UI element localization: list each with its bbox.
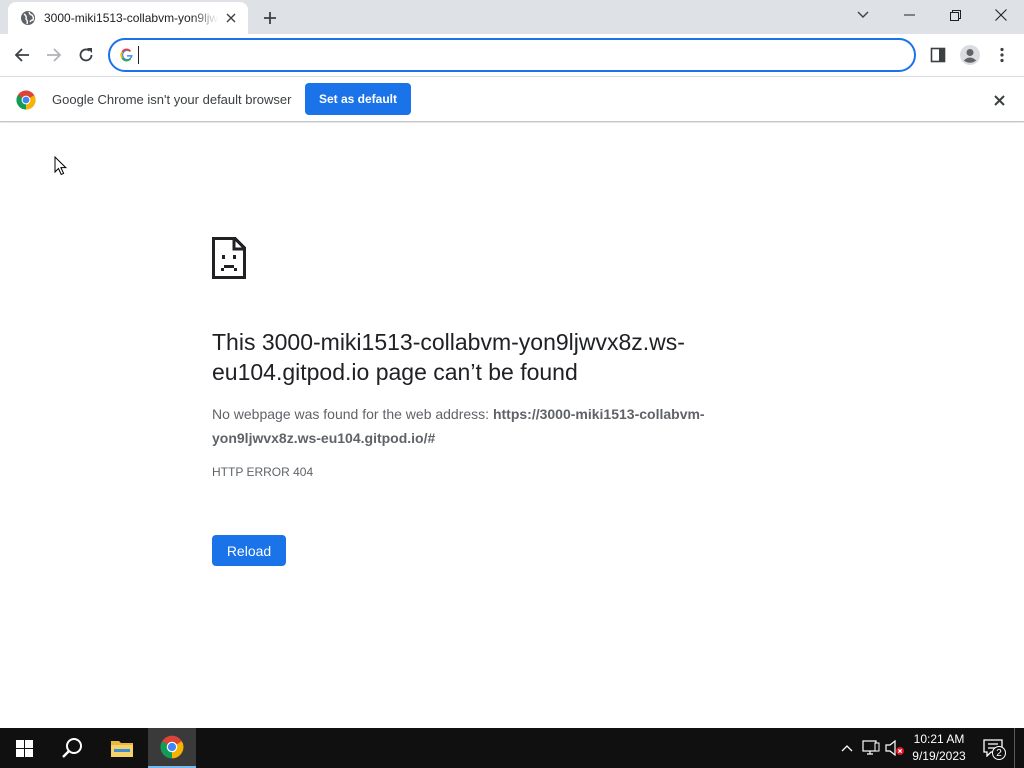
close-window-button[interactable]: [978, 0, 1024, 30]
new-tab-button[interactable]: [259, 7, 281, 29]
chevron-down-icon: [857, 11, 869, 18]
browser-tab[interactable]: 3000-miki1513-collabvm-yon9ljwvx8z.ws-eu…: [8, 2, 248, 34]
volume-muted-icon: [885, 740, 904, 756]
reload-page-button[interactable]: Reload: [212, 535, 286, 566]
clock-time: 10:21 AM: [913, 732, 965, 746]
minimize-icon: [903, 14, 915, 16]
reload-button[interactable]: [70, 39, 102, 71]
default-browser-infobar: Google Chrome isn't your default browser…: [0, 76, 1024, 122]
restore-button[interactable]: [932, 0, 978, 30]
address-bar[interactable]: [108, 38, 916, 72]
menu-button[interactable]: [986, 39, 1018, 71]
search-button[interactable]: [48, 728, 96, 768]
google-icon: [120, 48, 133, 62]
chrome-logo-icon: [16, 90, 36, 110]
text-caret: [138, 46, 139, 64]
clock-date: 9/19/2023: [912, 749, 966, 763]
avatar-icon: [960, 45, 980, 65]
show-hidden-icons-button[interactable]: [838, 728, 856, 768]
back-button[interactable]: [6, 39, 38, 71]
network-icon: [862, 740, 880, 755]
error-code: HTTP ERROR 404: [212, 465, 314, 479]
windows-logo-icon: [15, 739, 33, 757]
infobar-close-icon[interactable]: [990, 91, 1008, 109]
close-icon: [995, 9, 1007, 21]
file-explorer-button[interactable]: [98, 728, 146, 768]
forward-button[interactable]: [38, 39, 70, 71]
minimize-button[interactable]: [886, 0, 932, 30]
arrow-right-icon: [47, 48, 62, 62]
plus-icon: [264, 12, 276, 24]
start-button[interactable]: [0, 728, 48, 768]
browser-toolbar: [0, 34, 1024, 76]
kebab-menu-icon: [1000, 47, 1004, 63]
folder-icon: [111, 741, 133, 757]
show-desktop-button[interactable]: [1014, 728, 1024, 768]
network-button[interactable]: [860, 728, 882, 768]
search-icon: [62, 738, 82, 758]
page-content: This 3000-miki1513-collabvm-yon9ljwvx8z.…: [0, 123, 1024, 728]
tab-search-button[interactable]: [840, 0, 886, 30]
taskbar: 10:21 AM 9/19/2023: [0, 728, 1024, 768]
error-heading: This 3000-miki1513-collabvm-yon9ljwvx8z.…: [212, 329, 685, 385]
set-as-default-button[interactable]: Set as default: [305, 83, 411, 115]
chrome-taskbar-button[interactable]: [148, 728, 196, 768]
volume-button[interactable]: [884, 728, 906, 768]
chrome-icon: [160, 735, 184, 759]
infobar-message: Google Chrome isn't your default browser: [52, 92, 292, 107]
notification-count-badge: 2: [992, 746, 1006, 760]
chevron-up-icon: [841, 745, 853, 752]
globe-icon: [21, 11, 35, 25]
side-panel-button[interactable]: [922, 39, 954, 71]
tab-strip: 3000-miki1513-collabvm-yon9ljwvx8z.ws-eu…: [0, 0, 1024, 34]
mouse-cursor-icon: [54, 156, 68, 176]
taskbar-clock[interactable]: 10:21 AM 9/19/2023: [905, 731, 973, 765]
error-description: No webpage was found for the web address…: [212, 402, 757, 450]
tab-title: 3000-miki1513-collabvm-yon9ljwvx8z.ws-eu…: [44, 11, 218, 25]
arrow-left-icon: [14, 48, 29, 62]
address-input[interactable]: [145, 42, 914, 68]
sad-page-icon: [212, 237, 246, 279]
restore-icon: [949, 9, 961, 21]
tab-close-icon[interactable]: [222, 9, 240, 27]
side-panel-icon: [930, 47, 946, 63]
profile-button[interactable]: [954, 39, 986, 71]
error-description-prefix: No webpage was found for the web address…: [212, 406, 493, 422]
reload-icon: [79, 48, 93, 62]
